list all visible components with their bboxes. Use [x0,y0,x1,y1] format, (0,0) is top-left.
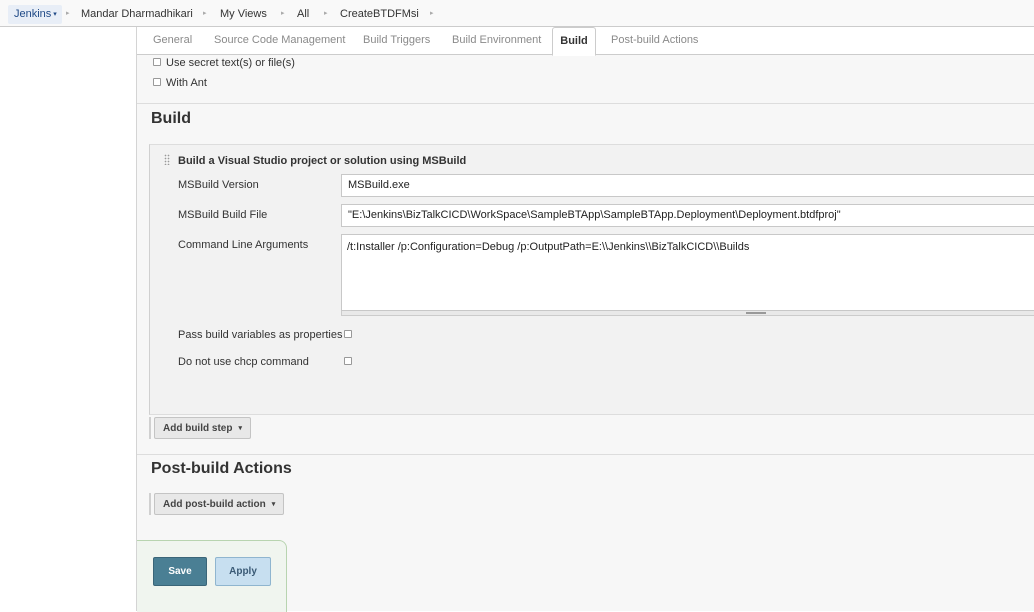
post-build-section-title: Post-build Actions [151,460,292,477]
chevron-right-icon[interactable]: ▸ [203,9,207,17]
config-form: General Source Code Management Build Tri… [136,27,1034,612]
build-section-title: Build [151,110,191,127]
breadcrumb-user[interactable]: Mandar Dharmadhikari [81,8,193,20]
save-button[interactable]: Save [153,557,207,586]
msbuild-version-select[interactable]: MSBuild.exe [341,174,1034,197]
breadcrumb-all[interactable]: All [297,8,309,20]
chevron-down-icon[interactable]: ▾ [53,11,57,18]
tab-build-environment[interactable]: Build Environment [452,34,541,46]
breadcrumb: Jenkins ▾ ▸ Mandar Dharmadhikari ▸ My Vie… [0,0,1034,27]
add-post-build-action-label: Add post-build action [163,499,266,510]
add-build-step-label: Add build step [163,423,233,434]
tab-general[interactable]: General [153,34,192,46]
breadcrumb-jenkins[interactable]: Jenkins ▾ [8,5,62,24]
msbuild-step-panel: Build a Visual Studio project or solutio… [149,144,1034,415]
add-build-step-button[interactable]: Add build step ▾ [154,417,251,439]
section-divider [137,454,1034,455]
breadcrumb-my-views[interactable]: My Views [220,8,267,20]
side-panel [0,27,136,611]
form-actions-bar: Save Apply [137,540,287,612]
chevron-down-icon: ▾ [271,501,276,508]
action-list-marker [149,493,151,515]
pass-build-variables-checkbox[interactable] [344,330,352,338]
pass-build-variables-label: Pass build variables as properties [178,329,343,341]
chevron-right-icon[interactable]: ▸ [281,9,285,17]
textarea-resize-handle[interactable] [341,311,1034,316]
with-ant-checkbox[interactable] [153,78,161,86]
msbuild-build-file-input[interactable]: "E:\Jenkins\BizTalkCICD\WorkSpace\Sample… [341,204,1034,227]
step-list-marker [149,417,151,439]
apply-button[interactable]: Apply [215,557,271,586]
msbuild-step-title: Build a Visual Studio project or solutio… [178,155,467,167]
drag-handle-icon[interactable] [164,154,170,165]
command-line-args-textarea[interactable]: /t:Installer /p:Configuration=Debug /p:O… [341,234,1034,311]
section-divider [137,103,1034,104]
chevron-right-icon[interactable]: ▸ [324,9,328,17]
breadcrumb-jenkins-label: Jenkins [14,8,52,20]
breadcrumb-job[interactable]: CreateBTDFMsi [340,8,419,20]
command-line-args-label: Command Line Arguments [178,239,309,251]
tab-build-triggers[interactable]: Build Triggers [363,34,430,46]
tab-post-build-actions[interactable]: Post-build Actions [611,34,698,46]
config-tabs: General Source Code Management Build Tri… [137,27,1034,56]
add-post-build-action-button[interactable]: Add post-build action ▾ [154,493,285,515]
chevron-down-icon: ▾ [238,425,242,432]
chevron-right-icon[interactable]: ▸ [66,9,70,17]
tab-source-code-management[interactable]: Source Code Management [214,34,345,46]
use-secret-label: Use secret text(s) or file(s) [166,57,295,69]
msbuild-version-label: MSBuild Version [178,179,259,191]
tab-build[interactable]: Build [552,27,596,56]
msbuild-build-file-label: MSBuild Build File [178,209,268,221]
use-secret-checkbox[interactable] [153,58,161,66]
no-chcp-label: Do not use chcp command [178,356,309,368]
with-ant-label: With Ant [166,77,207,89]
no-chcp-checkbox[interactable] [344,357,352,365]
resize-grip-icon [746,312,766,314]
chevron-right-icon[interactable]: ▸ [430,9,434,17]
